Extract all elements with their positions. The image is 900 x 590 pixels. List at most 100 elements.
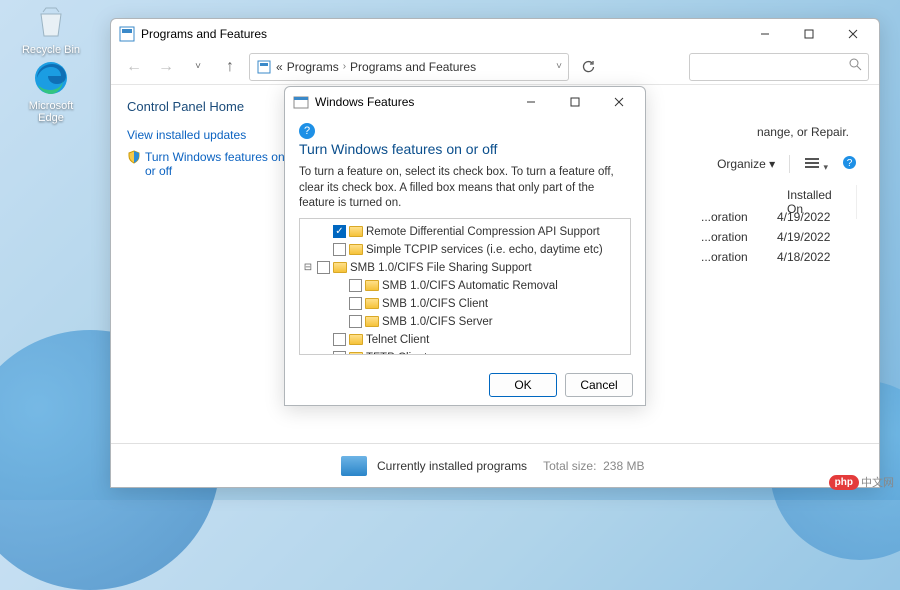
recent-dropdown[interactable]: ˅ — [185, 54, 211, 80]
link-windows-features[interactable]: Turn Windows features on or off — [145, 150, 291, 178]
ok-button[interactable]: OK — [489, 373, 557, 397]
publisher-fragment: ...oration — [697, 230, 777, 244]
php-badge: php — [829, 475, 859, 490]
feature-label: SMB 1.0/CIFS File Sharing Support — [350, 262, 532, 274]
chevron-right-icon: › — [343, 61, 346, 72]
dialog-heading: Turn Windows features on or off — [299, 141, 631, 157]
features-tree[interactable]: ✓ Remote Differential Compression API Sup… — [299, 218, 631, 355]
list-row[interactable]: ...oration4/18/2022 — [697, 247, 857, 267]
folder-icon — [349, 226, 363, 237]
feature-label: Telnet Client — [366, 334, 429, 346]
window-title: Programs and Features — [141, 27, 267, 41]
feature-checkbox[interactable] — [349, 297, 362, 310]
separator — [789, 155, 790, 173]
up-button[interactable]: ↑ — [217, 54, 243, 80]
feature-item[interactable]: SMB 1.0/CIFS Client — [334, 295, 628, 313]
windows-features-dialog: Windows Features ? Turn Windows features… — [284, 86, 646, 406]
back-button[interactable]: ← — [121, 54, 147, 80]
folder-icon — [349, 352, 363, 355]
feature-checkbox[interactable]: ✓ — [333, 225, 346, 238]
feature-label: SMB 1.0/CIFS Automatic Removal — [382, 280, 558, 292]
nav-toolbar: ← → ˅ ↑ « Programs › Programs and Featur… — [111, 49, 879, 85]
feature-checkbox[interactable] — [349, 279, 362, 292]
dialog-description: To turn a feature on, select its check b… — [299, 165, 631, 212]
feature-label: Simple TCPIP services (i.e. echo, daytim… — [366, 244, 603, 256]
desktop-edge[interactable]: Microsoft Edge — [16, 58, 86, 124]
feature-checkbox[interactable] — [333, 333, 346, 346]
recycle-bin-icon — [31, 2, 71, 42]
feature-checkbox[interactable] — [349, 315, 362, 328]
desktop-icon-label: Recycle Bin — [16, 44, 86, 56]
list-row[interactable]: ...oration4/19/2022 — [697, 207, 857, 227]
feature-item[interactable]: Simple TCPIP services (i.e. echo, daytim… — [318, 241, 628, 259]
windows-features-icon — [293, 94, 309, 110]
folder-icon — [349, 244, 363, 255]
minimize-button[interactable] — [743, 20, 787, 48]
sidebar-header: Control Panel Home — [127, 99, 291, 114]
folder-icon — [349, 334, 363, 345]
feature-label: TFTP Client — [366, 352, 427, 355]
feature-checkbox[interactable] — [333, 243, 346, 256]
installed-date: 4/19/2022 — [777, 210, 857, 224]
sidebar: Control Panel Home View installed update… — [111, 85, 291, 443]
installed-date: 4/19/2022 — [777, 230, 857, 244]
help-button[interactable]: ? — [299, 123, 315, 139]
publisher-fragment: ...oration — [697, 250, 777, 264]
cancel-button[interactable]: Cancel — [565, 373, 633, 397]
status-label: Currently installed programs — [377, 459, 527, 473]
folder-icon — [365, 316, 379, 327]
feature-item[interactable]: SMB 1.0/CIFS Server — [334, 313, 628, 331]
close-button[interactable] — [831, 20, 875, 48]
forward-button[interactable]: → — [153, 54, 179, 80]
status-bar: Currently installed programs Total size:… — [111, 443, 879, 487]
help-button[interactable]: ? — [842, 155, 857, 173]
address-dropdown[interactable]: ˅ — [556, 61, 562, 72]
folder-icon — [333, 262, 347, 273]
maximize-button[interactable] — [553, 88, 597, 116]
organize-menu[interactable]: Organize ▾ — [717, 157, 775, 171]
feature-item[interactable]: Telnet Client — [318, 331, 628, 349]
shield-icon — [127, 150, 141, 186]
search-input[interactable] — [689, 53, 869, 81]
installed-date: 4/18/2022 — [777, 250, 857, 264]
breadcrumb-prefix: « — [276, 60, 283, 74]
total-size-label: Total size: — [543, 459, 596, 473]
list-row[interactable]: ...oration4/19/2022 — [697, 227, 857, 247]
feature-item[interactable]: SMB 1.0/CIFS Automatic Removal — [334, 277, 628, 295]
titlebar[interactable]: Programs and Features — [111, 19, 879, 49]
dialog-titlebar[interactable]: Windows Features — [285, 87, 645, 117]
refresh-button[interactable] — [575, 54, 601, 80]
feature-label: SMB 1.0/CIFS Server — [382, 316, 493, 328]
feature-label: Remote Differential Compression API Supp… — [366, 226, 600, 238]
feature-item[interactable]: ✓ Remote Differential Compression API Sup… — [318, 223, 628, 241]
cn-text: 中文网 — [861, 474, 894, 490]
programs-icon — [341, 456, 367, 476]
dialog-title: Windows Features — [315, 95, 414, 109]
maximize-button[interactable] — [787, 20, 831, 48]
folder-icon — [365, 298, 379, 309]
link-view-installed-updates[interactable]: View installed updates — [127, 128, 291, 142]
close-button[interactable] — [597, 88, 641, 116]
feature-checkbox[interactable] — [317, 261, 330, 274]
svg-text:?: ? — [847, 158, 853, 169]
desktop-icon-label: Microsoft Edge — [16, 100, 86, 124]
programs-list: ...oration4/19/2022...oration4/19/2022..… — [697, 207, 857, 267]
search-icon — [849, 58, 862, 76]
desktop-recycle-bin[interactable]: Recycle Bin — [16, 2, 86, 56]
expand-toggle[interactable]: ⊟ — [302, 262, 314, 273]
feature-item[interactable]: TFTP Client — [318, 349, 628, 355]
instruction-text-fragment: nange, or Repair. — [757, 125, 849, 139]
folder-icon — [365, 280, 379, 291]
breadcrumb-programs-features[interactable]: Programs and Features — [350, 60, 476, 74]
view-options-button[interactable]: ▾ — [804, 156, 828, 173]
dialog-footer: OK Cancel — [285, 365, 645, 405]
content-toolbar: Organize ▾ ▾ ? — [717, 155, 857, 173]
feature-checkbox[interactable] — [333, 351, 346, 355]
watermark: php 中文网 — [829, 474, 894, 490]
address-bar[interactable]: « Programs › Programs and Features ˅ — [249, 53, 569, 81]
total-size-value: 238 MB — [603, 459, 644, 473]
feature-label: SMB 1.0/CIFS Client — [382, 298, 488, 310]
feature-item[interactable]: ⊟ SMB 1.0/CIFS File Sharing Support — [302, 259, 628, 277]
minimize-button[interactable] — [509, 88, 553, 116]
breadcrumb-programs[interactable]: Programs — [287, 60, 339, 74]
